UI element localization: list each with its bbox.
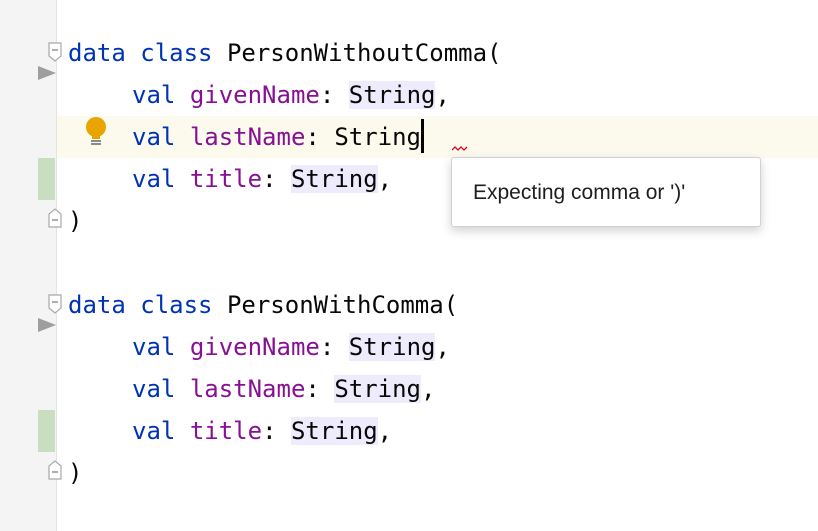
type-name: String [334,123,422,151]
change-marker[interactable] [38,410,55,452]
fold-end-icon[interactable] [48,208,62,228]
keyword: data [68,291,126,319]
keyword: val [132,123,176,151]
error-squiggle [452,146,468,151]
run-gutter-icon[interactable] [38,66,56,80]
fold-end-icon[interactable] [48,460,62,480]
code-line[interactable]: val givenName: String, [68,326,450,368]
type-name: String [290,417,378,445]
property-name: givenName [189,81,320,109]
tooltip-message: Expecting comma or ')' [473,181,686,204]
keyword: val [132,417,176,445]
keyword: val [132,165,176,193]
keyword: class [140,39,213,67]
code-line[interactable]: data class PersonWithoutComma( [68,32,502,74]
colon: : [319,81,349,109]
run-gutter-icon[interactable] [38,318,56,332]
open-paren: ( [443,291,459,319]
code-line-current[interactable]: val lastName: String [68,116,425,158]
keyword: class [140,291,213,319]
text-caret [421,119,425,153]
code-line[interactable]: val title: String, [68,158,392,200]
close-paren: ) [68,459,83,487]
class-name: PersonWithComma [226,291,444,319]
colon: : [319,333,349,361]
comma: , [377,417,393,445]
type-name: String [348,81,436,109]
code-line[interactable]: val title: String, [68,410,392,452]
type-name: String [334,375,422,403]
property-name: givenName [189,333,320,361]
colon: : [262,165,291,193]
keyword: val [132,375,176,403]
code-line[interactable]: ) [68,452,82,494]
comma: , [435,333,450,361]
type-name: String [348,333,436,361]
fold-icon[interactable] [48,42,62,62]
keyword: val [132,81,176,109]
colon: : [305,123,335,151]
fold-icon[interactable] [48,294,62,314]
error-tooltip: Expecting comma or ')' [451,157,761,227]
colon: : [262,417,291,445]
comma: , [421,375,436,403]
property-name: lastName [189,123,306,151]
code-line[interactable]: ) [68,200,82,242]
close-paren: ) [68,207,83,235]
property-name: lastName [189,375,306,403]
colon: : [305,375,335,403]
type-name: String [290,165,378,193]
keyword: val [132,333,176,361]
class-name: PersonWithoutComma [226,39,488,67]
change-marker[interactable] [38,158,55,200]
property-name: title [189,165,263,193]
comma: , [377,165,393,193]
code-line[interactable]: val lastName: String, [68,368,435,410]
keyword: data [68,39,126,67]
code-line[interactable]: data class PersonWithComma( [68,284,458,326]
property-name: title [189,417,263,445]
comma: , [435,81,450,109]
gutter-separator [56,0,57,531]
open-paren: ( [487,39,502,67]
code-line[interactable]: val givenName: String, [68,74,450,116]
